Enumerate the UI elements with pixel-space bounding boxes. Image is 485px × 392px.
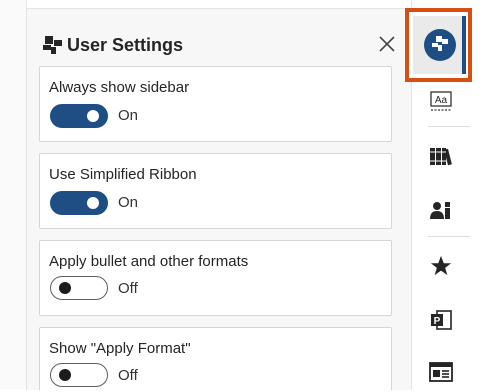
toggle-state-text: Off xyxy=(118,280,138,297)
close-icon[interactable] xyxy=(375,32,399,56)
user-settings-icon xyxy=(424,29,456,61)
setting-label: Show "Apply Format" xyxy=(49,340,191,357)
star-icon xyxy=(430,255,452,276)
rail-font-styles-button[interactable]: Aa xyxy=(412,82,470,122)
rail-library-button[interactable] xyxy=(412,136,470,176)
rail-people-button[interactable] xyxy=(412,190,470,230)
toggle-state-text: On xyxy=(118,194,139,211)
rail-powerpoint-button[interactable]: P xyxy=(412,300,470,340)
font-icon-text: Aa xyxy=(435,95,448,106)
document-edge xyxy=(0,0,27,389)
setting-card-simplified-ribbon: Use Simplified Ribbon On xyxy=(39,153,392,229)
people-icon xyxy=(430,202,450,219)
layout-icon xyxy=(429,362,453,382)
active-indicator-bar xyxy=(462,16,466,74)
toggle-knob xyxy=(87,110,99,122)
toggle-knob xyxy=(59,369,71,381)
panel-title: User Settings xyxy=(67,35,184,55)
simplified-ribbon-toggle[interactable] xyxy=(50,191,108,215)
user-settings-panel: User Settings Always show sidebar On Use… xyxy=(26,8,412,390)
setting-label: Use Simplified Ribbon xyxy=(49,166,197,183)
always-show-sidebar-toggle[interactable] xyxy=(50,104,108,128)
toggle-state-text: On xyxy=(118,107,139,124)
toggle-knob xyxy=(87,197,99,209)
rail-divider xyxy=(428,126,470,127)
setting-label: Apply bullet and other formats xyxy=(49,253,249,270)
setting-card-apply-bullet: Apply bullet and other formats Off xyxy=(39,240,392,316)
user-settings-logo-icon xyxy=(43,36,62,54)
toggle-knob xyxy=(59,282,71,294)
rail-layout-button[interactable] xyxy=(412,352,470,392)
setting-label: Always show sidebar xyxy=(49,79,190,96)
rail-user-settings-button[interactable] xyxy=(405,8,472,82)
setting-card-show-apply-format: Show "Apply Format" Off xyxy=(39,327,392,390)
rail-favorites-button[interactable] xyxy=(412,246,470,286)
powerpoint-icon-text: P xyxy=(434,316,441,327)
library-icon xyxy=(430,148,452,166)
toggle-state-text: Off xyxy=(118,367,138,384)
rail-divider xyxy=(428,236,470,237)
panel-header: User Settings xyxy=(27,9,412,67)
active-rail-background xyxy=(413,16,466,74)
setting-card-always-show-sidebar: Always show sidebar On xyxy=(39,66,392,142)
powerpoint-icon: P xyxy=(431,310,452,330)
show-apply-format-toggle[interactable] xyxy=(50,363,108,387)
font-styles-icon: Aa xyxy=(430,91,452,111)
apply-bullet-toggle[interactable] xyxy=(50,276,108,300)
